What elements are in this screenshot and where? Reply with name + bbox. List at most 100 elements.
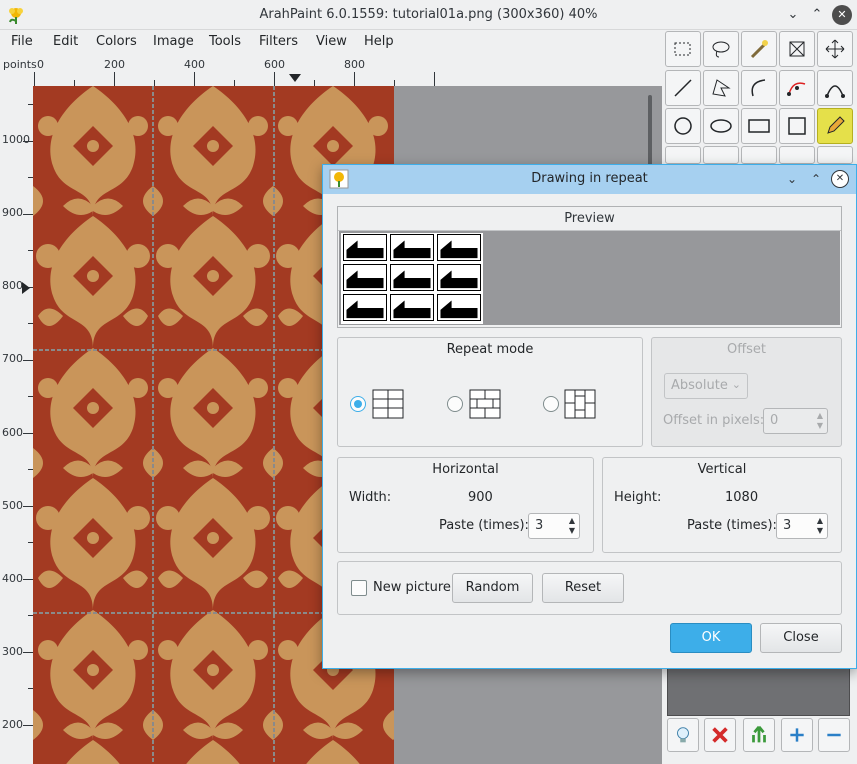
ruler-v-label: 600 xyxy=(2,426,23,439)
crop-icon[interactable] xyxy=(779,31,815,67)
ruler-v-label: 300 xyxy=(2,645,23,658)
square-icon[interactable] xyxy=(779,108,815,144)
maximize-button[interactable]: ⌃ xyxy=(807,5,827,25)
offset-pixels-spinbox[interactable]: 0 ▲ ▼ xyxy=(763,408,828,434)
eyedropper-icon[interactable] xyxy=(665,146,701,164)
rectangle-icon[interactable] xyxy=(741,108,777,144)
ruler-h-label: 200 xyxy=(104,58,125,71)
menu-view[interactable]: View xyxy=(316,34,347,49)
brick-horizontal-icon[interactable] xyxy=(469,389,501,419)
polygon-icon[interactable] xyxy=(703,70,739,106)
dialog-minimize-button[interactable]: ⌄ xyxy=(783,170,801,188)
layer-preview xyxy=(667,668,850,716)
close-button[interactable]: Close xyxy=(760,623,842,653)
horizontal-paste-spinbox[interactable]: 3 ▲ ▼ xyxy=(528,513,580,539)
minimize-button[interactable]: ⌄ xyxy=(783,5,803,25)
repeat-mode-label: Repeat mode xyxy=(446,342,534,357)
magic-wand-icon[interactable] xyxy=(741,31,777,67)
horizontal-ruler: points 0 200 400 600 800 xyxy=(0,56,662,86)
horizontal-paste-label: Paste (times): xyxy=(439,518,529,533)
spin-arrows-icon: ▲ ▼ xyxy=(816,516,823,535)
offset-label: Offset xyxy=(726,342,767,357)
dialog-maximize-button[interactable]: ⌃ xyxy=(807,170,825,188)
offset-mode-value: Absolute xyxy=(671,378,728,393)
tile-shape-icon xyxy=(440,300,478,319)
chevron-down-icon: ⌄ xyxy=(731,378,741,391)
ruler-v-label: 400 xyxy=(2,572,23,585)
preview-tile xyxy=(437,264,481,291)
repeat-mode-brick-horizontal-radio[interactable] xyxy=(447,396,463,412)
line-icon[interactable] xyxy=(665,70,701,106)
spin-arrows-icon: ▲ ▼ xyxy=(816,411,823,430)
width-value: 900 xyxy=(468,490,493,505)
height-label: Height: xyxy=(614,490,662,505)
new-picture-label[interactable]: New picture xyxy=(373,580,451,595)
tile-shape-icon xyxy=(440,240,478,259)
add-icon[interactable] xyxy=(781,718,813,752)
ok-button[interactable]: OK xyxy=(670,623,752,653)
offset-mode-select[interactable]: Absolute ⌄ xyxy=(664,373,748,399)
brush-icon[interactable] xyxy=(703,146,739,164)
vertical-ruler: 1000 900 800 700 600 500 400 300 200 xyxy=(0,86,33,764)
spin-arrows-icon: ▲ ▼ xyxy=(568,516,575,535)
close-window-button[interactable]: ✕ xyxy=(832,5,852,25)
menu-colors[interactable]: Colors xyxy=(96,34,137,49)
remove-icon[interactable] xyxy=(818,718,850,752)
delete-icon[interactable] xyxy=(704,718,736,752)
eraser-icon[interactable] xyxy=(741,146,777,164)
move-icon[interactable] xyxy=(817,31,853,67)
menu-file[interactable]: File xyxy=(11,34,33,49)
repeat-mode-grid-radio[interactable] xyxy=(350,396,366,412)
bulb-icon[interactable] xyxy=(667,718,699,752)
ruler-v-label: 900 xyxy=(2,206,23,219)
brick-vertical-icon[interactable] xyxy=(564,389,596,419)
menu-edit[interactable]: Edit xyxy=(53,34,78,49)
vertical-paste-label: Paste (times): xyxy=(687,518,777,533)
menu-image[interactable]: Image xyxy=(153,34,194,49)
merge-icon[interactable] xyxy=(743,718,775,752)
preview-tile xyxy=(343,264,387,291)
preview-tile xyxy=(390,294,434,321)
ruler-h-label: 800 xyxy=(344,58,365,71)
dialog-close-icon[interactable]: ✕ xyxy=(831,170,849,188)
rect-select-icon[interactable] xyxy=(665,31,701,67)
ruler-v-label: 500 xyxy=(2,499,23,512)
window-title: ArahPaint 6.0.1559: tutorial01a.png (300… xyxy=(259,7,598,22)
tile-shape-icon xyxy=(440,270,478,289)
curve-icon[interactable] xyxy=(741,70,777,106)
ruler-unit: points xyxy=(3,58,37,71)
tile-shape-icon xyxy=(346,240,384,259)
ruler-v-label: 1000 xyxy=(2,133,30,146)
dialog-titlebar: Drawing in repeat ⌄ ⌃ ✕ xyxy=(323,165,856,194)
reset-button[interactable]: Reset xyxy=(542,573,624,603)
fill-icon[interactable] xyxy=(779,146,815,164)
new-picture-checkbox[interactable] xyxy=(351,580,367,596)
width-label: Width: xyxy=(349,490,392,505)
ellipse-icon[interactable] xyxy=(703,108,739,144)
preview-label: Preview xyxy=(338,207,841,231)
preview-tile xyxy=(390,234,434,261)
ruler-v-label: 800 xyxy=(2,279,23,292)
random-button[interactable]: Random xyxy=(452,573,533,603)
preview-tile xyxy=(343,294,387,321)
path-icon[interactable] xyxy=(817,70,853,106)
tile-shape-icon xyxy=(393,240,431,259)
menu-help[interactable]: Help xyxy=(364,34,394,49)
pencil-icon[interactable] xyxy=(817,108,853,144)
dialog-title: Drawing in repeat xyxy=(531,171,648,186)
ellipse-filled-icon[interactable] xyxy=(665,108,701,144)
spray-icon[interactable] xyxy=(817,146,853,164)
ruler-h-label: 400 xyxy=(184,58,205,71)
grid-icon[interactable] xyxy=(372,389,404,419)
lasso-icon[interactable] xyxy=(703,31,739,67)
ruler-marker-icon xyxy=(289,74,301,82)
horizontal-label: Horizontal xyxy=(432,462,499,477)
tile-shape-icon xyxy=(346,270,384,289)
preview-tile xyxy=(390,264,434,291)
ruler-h-label: 600 xyxy=(264,58,285,71)
vertical-paste-spinbox[interactable]: 3 ▲ ▼ xyxy=(776,513,828,539)
menu-tools[interactable]: Tools xyxy=(209,34,241,49)
bezier-icon[interactable] xyxy=(779,70,815,106)
menu-filters[interactable]: Filters xyxy=(259,34,298,49)
repeat-mode-brick-vertical-radio[interactable] xyxy=(543,396,559,412)
